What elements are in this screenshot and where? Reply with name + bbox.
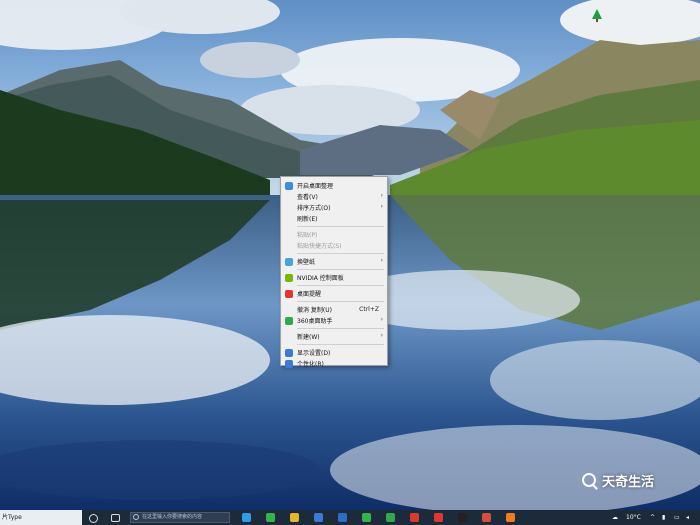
menu-item[interactable]: 桌面提醒 (281, 288, 387, 299)
menu-item-label: 换壁纸 (297, 259, 316, 266)
chevron-right-icon: › (380, 332, 383, 339)
menu-item[interactable]: 查看(V) › (281, 191, 387, 202)
desktop-organize-icon (285, 182, 293, 190)
app-red-icon[interactable] (482, 513, 491, 522)
chevron-right-icon: › (380, 192, 383, 199)
menu-item[interactable]: 刷新(E) (281, 213, 387, 224)
menu-separator (297, 269, 384, 270)
menu-item-label: 显示设置(D) (297, 350, 331, 357)
menu-item[interactable]: 换壁纸 › (281, 256, 387, 267)
volume-icon[interactable]: ◂ (686, 510, 689, 525)
menu-item[interactable]: 个性化(R) (281, 358, 387, 369)
menu-item-label: 桌面提醒 (297, 291, 322, 298)
temperature-label[interactable]: 10°C (626, 510, 641, 525)
menu-separator (297, 328, 384, 329)
menu-item-label: 新建(W) (297, 334, 320, 341)
watermark-text: 天奇生活 (602, 474, 655, 490)
network-icon[interactable]: ▭ (674, 510, 680, 525)
watermark-logo: 天奇生活 (582, 470, 654, 490)
personalize-icon (285, 360, 293, 368)
menu-item[interactable]: 新建(W) › (281, 331, 387, 342)
nvidia-icon (285, 274, 293, 282)
photoshop-icon[interactable] (338, 513, 347, 522)
menu-item[interactable]: 显示设置(D) (281, 347, 387, 358)
menu-item-label: 粘贴快捷方式(S) (297, 243, 342, 250)
edge-icon[interactable] (242, 513, 251, 522)
menu-item-label: 360桌面助手 (297, 318, 333, 325)
display-settings-icon (285, 349, 293, 357)
menu-item-label: 撤消 复制(U) (297, 307, 332, 314)
menu-item-label: 个性化(R) (297, 361, 324, 368)
store-icon[interactable] (314, 513, 323, 522)
menu-item-label: 开启桌面整理 (297, 183, 334, 190)
menu-item[interactable]: 撤消 复制(U) Ctrl+Z (281, 304, 387, 315)
search-icon (133, 514, 139, 520)
menu-item-label: NVIDIA 控制面板 (297, 275, 344, 282)
chevron-right-icon: › (380, 257, 383, 264)
menu-item[interactable]: 360桌面助手 › (281, 315, 387, 326)
magnifier-icon (582, 473, 596, 487)
search-placeholder: 在这里输入你要搜索的内容 (142, 514, 203, 520)
menu-separator (297, 285, 384, 286)
weather-icon[interactable]: ☁ (612, 510, 618, 525)
browser-360-icon[interactable] (386, 513, 395, 522)
menu-item-label: 排序方式(O) (297, 205, 331, 212)
wps-office-icon[interactable] (434, 513, 443, 522)
explorer-icon[interactable] (290, 513, 299, 522)
menu-separator (297, 301, 384, 302)
chevron-right-icon: › (380, 316, 383, 323)
search-input[interactable]: 在这里输入你要搜索的内容 (130, 512, 230, 523)
cortana-icon[interactable] (89, 514, 98, 523)
menu-item[interactable]: NVIDIA 控制面板 (281, 272, 387, 283)
menu-separator (297, 226, 384, 227)
360-icon (285, 317, 293, 325)
menu-item-label: 刷新(E) (297, 216, 318, 223)
menu-separator (297, 344, 384, 345)
menu-item-label: 查看(V) (297, 194, 318, 201)
wallpaper-icon (285, 258, 293, 266)
capcut-icon[interactable] (458, 513, 467, 522)
menu-item: 粘贴快捷方式(S) (281, 240, 387, 251)
wechat-icon[interactable] (362, 513, 371, 522)
menu-separator (297, 253, 384, 254)
desktop-context-menu: 开启桌面整理 查看(V) › 排序方式(O) › 刷新(E) 粘贴(P) 粘贴快捷方式(S) 换… (280, 176, 388, 369)
wps-icon[interactable] (410, 513, 419, 522)
menu-item: 粘贴(P) (281, 229, 387, 240)
menu-item[interactable]: 开启桌面整理 (281, 180, 387, 191)
taskbar: 片Type 在这里输入你要搜索的内容 ☁ 10°C ^ ▮ ▭ ◂ (0, 510, 700, 525)
task-view-icon[interactable] (111, 514, 120, 522)
chevron-up-icon[interactable]: ^ (650, 510, 655, 525)
menu-item-shortcut: Ctrl+Z (359, 306, 379, 313)
menu-item-label: 粘贴(P) (297, 232, 318, 239)
tree-icon[interactable] (590, 8, 604, 22)
firefox-icon[interactable] (506, 513, 515, 522)
taskbar-left-label: 片Type (0, 510, 82, 525)
chevron-right-icon: › (380, 203, 383, 210)
wps-icon (285, 290, 293, 298)
wechat-file-icon[interactable] (266, 513, 275, 522)
mic-icon[interactable]: ▮ (662, 510, 665, 525)
menu-item[interactable]: 排序方式(O) › (281, 202, 387, 213)
